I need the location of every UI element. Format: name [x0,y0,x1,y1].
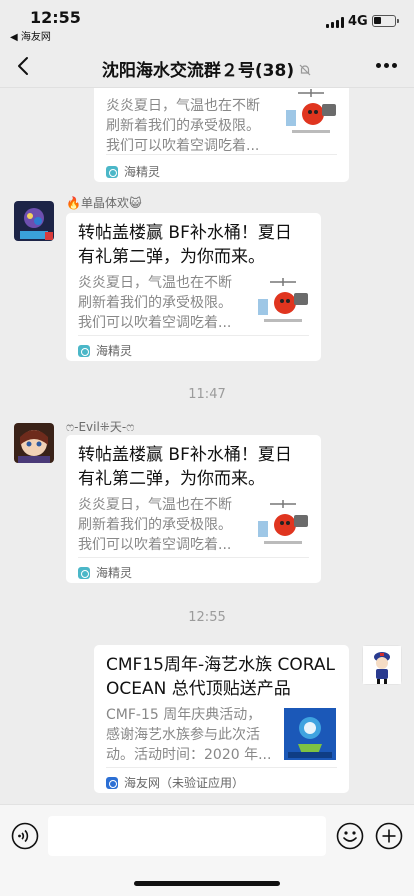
card-source-name: 海精灵 [124,165,161,179]
message-list[interactable]: 炎炎夏日，气温也在不断 刷新着我们的承受极限。 我们可以吹着空调吃着... 海精… [0,88,414,804]
chat-title-text: 沈阳海水交流群２号(38) [101,61,295,81]
card-description-line: 炎炎夏日，气温也在不断 [78,275,232,291]
card-description-line: 动。活动时间：2020 年... [106,747,272,763]
link-card[interactable]: 转帖盖楼赢 BF补水桶！夏日 有礼第二弹，为你而来。 炎炎夏日，气温也在不断 刷… [66,213,321,361]
card-title-line: 转帖盖楼赢 BF补水桶！夏日 [78,445,292,465]
card-divider [78,335,309,336]
card-description-line: 我们可以吹着空调吃着... [78,315,232,331]
card-description-line: 炎炎夏日，气温也在不断 [78,497,232,513]
card-divider [106,767,337,768]
avatar[interactable] [362,645,402,685]
card-description-line: 我们可以吹着空调吃着... [106,138,260,154]
card-description-line: 我们可以吹着空调吃着... [78,537,232,553]
mini-program-icon [78,566,90,579]
card-thumbnail [284,88,338,140]
message-input[interactable] [48,816,326,856]
card-title-line: 有礼第二弹，为你而来。 [78,247,265,267]
card-description-line: CMF-15 周年庆典活动， [106,707,262,723]
chat-header: 沈阳海水交流群２号(38) [0,44,414,88]
battery-icon [372,15,399,27]
emoji-icon[interactable] [336,822,364,850]
status-time: 12:55 [30,8,81,27]
card-source: 海友网（未验证应用） [106,774,244,791]
message-timestamp: 11:47 [188,387,226,402]
bell-slash-icon [299,64,311,76]
card-title-line: OCEAN 总代顶贴送产品 [106,679,291,699]
chevron-left-icon[interactable] [12,54,36,78]
sender-name: ෆ-Evil⁜天-ෆ [66,420,135,434]
link-card[interactable]: 炎炎夏日，气温也在不断 刷新着我们的承受极限。 我们可以吹着空调吃着... 海精… [94,88,349,182]
card-source: 海精灵 [106,163,160,180]
sender-name: 🔥单晶体欢😺 [66,196,142,210]
card-description-line: 刷新着我们的承受极限。 [78,295,232,311]
avatar[interactable] [14,423,54,463]
card-source: 海精灵 [78,564,132,581]
card-title-line: 有礼第二弹，为你而来。 [78,469,265,489]
card-thumbnail [256,497,310,551]
plus-circle-icon[interactable] [375,822,403,850]
card-source-name: 海友网（未验证应用） [124,776,245,790]
card-description-line: 炎炎夏日，气温也在不断 [106,98,260,114]
more-dots-icon[interactable] [376,63,398,69]
voice-icon[interactable] [11,822,39,850]
card-source-name: 海精灵 [96,344,133,358]
card-thumbnail [256,275,310,329]
avatar[interactable] [14,201,54,241]
card-title-line: CMF15周年-海艺水族 CORAL [106,655,335,675]
card-divider [78,557,309,558]
app-icon [106,776,118,789]
chat-title: 沈阳海水交流群２号(38) [50,56,364,81]
status-bar: 12:55 ◀ 海友网 4G [0,0,414,44]
link-card[interactable]: 转帖盖楼赢 BF补水桶！夏日 有礼第二弹，为你而来。 炎炎夏日，气温也在不断 刷… [66,435,321,583]
card-thumbnail [284,708,336,760]
link-card[interactable]: CMF15周年-海艺水族 CORAL OCEAN 总代顶贴送产品 CMF-15 … [94,645,349,793]
mini-program-icon [106,165,118,178]
signal-icon [326,17,344,28]
back-to-app-link[interactable]: ◀ 海友网 [10,28,51,43]
card-source-name: 海精灵 [96,566,133,580]
card-description-line: 感谢海艺水族参与此次活 [106,727,260,743]
card-divider [106,154,337,155]
card-description-line: 刷新着我们的承受极限。 [106,118,260,134]
card-title-line: 转帖盖楼赢 BF补水桶！夏日 [78,223,292,243]
mini-program-icon [78,344,90,357]
card-source: 海精灵 [78,342,132,359]
home-indicator[interactable] [134,881,280,886]
network-type: 4G [348,14,368,29]
message-timestamp: 12:55 [188,610,226,625]
card-description-line: 刷新着我们的承受极限。 [78,517,232,533]
